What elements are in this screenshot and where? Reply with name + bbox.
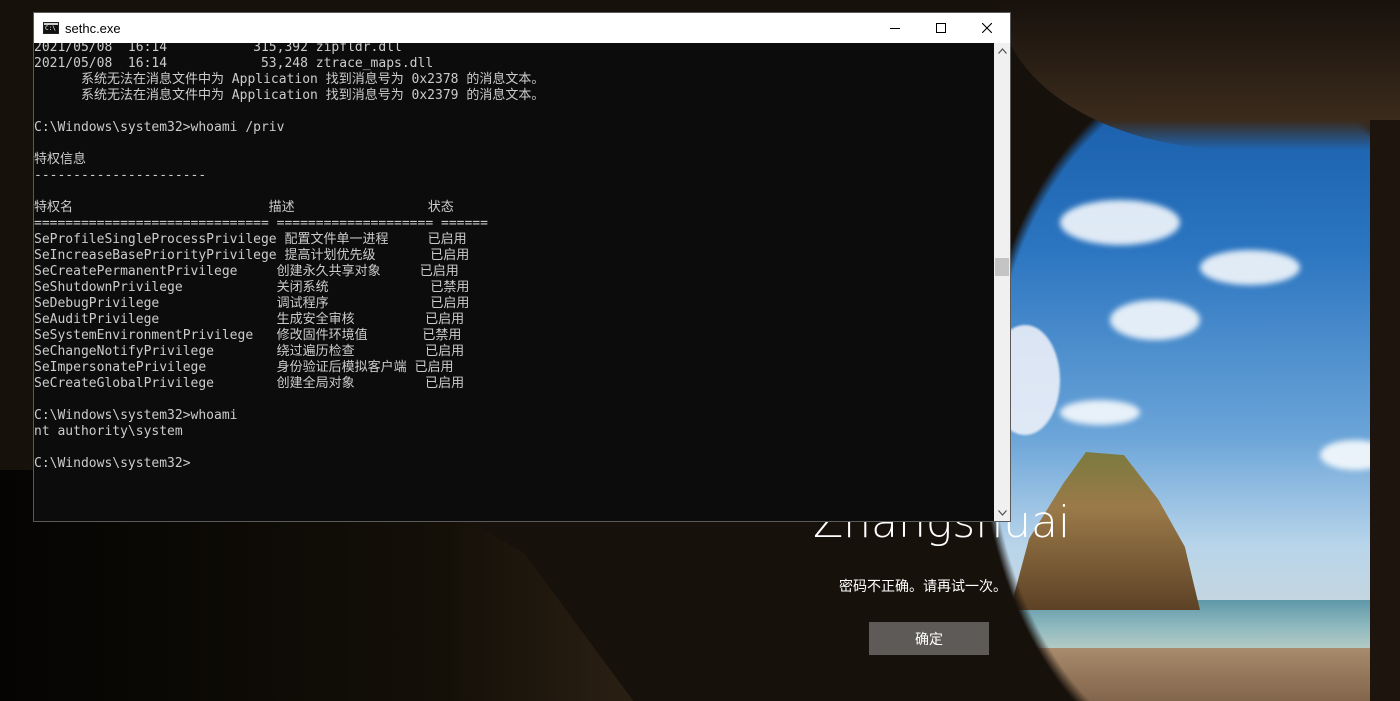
scroll-down-button[interactable] bbox=[994, 505, 1010, 521]
console-icon[interactable] bbox=[43, 22, 59, 34]
console-line: 系统无法在消息文件中为 Application 找到消息号为 0x2379 的消… bbox=[34, 88, 545, 103]
console-window[interactable]: sethc.exe 2021/05/08 16:14 315,392 zipfl… bbox=[33, 12, 1011, 522]
console-line: SeProfileSingleProcessPrivilege 配置文件单一进程… bbox=[34, 232, 467, 247]
console-line: SeDebugPrivilege 调试程序 已启用 bbox=[34, 296, 470, 311]
ok-button[interactable]: 确定 bbox=[869, 622, 989, 655]
console-line: SeChangeNotifyPrivilege 绕过遍历检查 已启用 bbox=[34, 344, 465, 359]
console-line: SeShutdownPrivilege 关闭系统 已禁用 bbox=[34, 280, 470, 295]
minimize-icon bbox=[890, 28, 900, 29]
console-line: 特权名 描述 状态 bbox=[34, 200, 454, 215]
window-title: sethc.exe bbox=[65, 20, 121, 36]
console-text: 2021/05/08 16:14 315,392 zipfldr.dll 202… bbox=[34, 43, 994, 472]
console-line: 2021/05/08 16:14 53,248 ztrace_maps.dll bbox=[34, 56, 434, 71]
login-error-message: 密码不正确。请再试一次。 bbox=[839, 579, 1007, 595]
console-line: SeCreateGlobalPrivilege 创建全局对象 已启用 bbox=[34, 376, 465, 391]
close-icon bbox=[982, 23, 992, 33]
console-line: C:\Windows\system32>whoami bbox=[34, 408, 238, 423]
console-line: 2021/05/08 16:14 315,392 zipfldr.dll bbox=[34, 43, 402, 55]
console-line: SeAuditPrivilege 生成安全审核 已启用 bbox=[34, 312, 465, 327]
console-line: SeCreatePermanentPrivilege 创建永久共享对象 已启用 bbox=[34, 264, 459, 279]
console-line: ---------------------- bbox=[34, 168, 207, 183]
maximize-icon bbox=[936, 23, 946, 33]
arrow-down-icon bbox=[997, 510, 1007, 516]
console-line: 特权信息 bbox=[34, 152, 87, 167]
title-bar[interactable]: sethc.exe bbox=[34, 13, 1010, 43]
maximize-button[interactable] bbox=[918, 13, 964, 43]
console-line: SeSystemEnvironmentPrivilege 修改固件环境值 已禁用 bbox=[34, 328, 462, 343]
minimize-button[interactable] bbox=[872, 13, 918, 43]
close-button[interactable] bbox=[964, 13, 1010, 43]
scroll-up-button[interactable] bbox=[994, 43, 1010, 59]
console-output[interactable]: 2021/05/08 16:14 315,392 zipfldr.dll 202… bbox=[34, 43, 994, 521]
console-line: C:\Windows\system32>whoami /priv bbox=[34, 120, 285, 135]
console-line: SeImpersonatePrivilege 身份验证后模拟客户端 已启用 bbox=[34, 360, 454, 375]
scroll-thumb[interactable] bbox=[995, 258, 1009, 276]
console-line: SeIncreaseBasePriorityPrivilege 提高计划优先级 … bbox=[34, 248, 470, 263]
console-line: 系统无法在消息文件中为 Application 找到消息号为 0x2378 的消… bbox=[34, 72, 545, 87]
cave-wall-right bbox=[1370, 120, 1400, 701]
window-controls bbox=[872, 13, 1010, 43]
console-line: nt authority\system bbox=[34, 424, 183, 439]
vertical-scrollbar[interactable] bbox=[994, 43, 1010, 521]
arrow-up-icon bbox=[997, 48, 1007, 54]
console-line: ============================== =========… bbox=[34, 216, 488, 231]
console-line: C:\Windows\system32> bbox=[34, 456, 191, 471]
